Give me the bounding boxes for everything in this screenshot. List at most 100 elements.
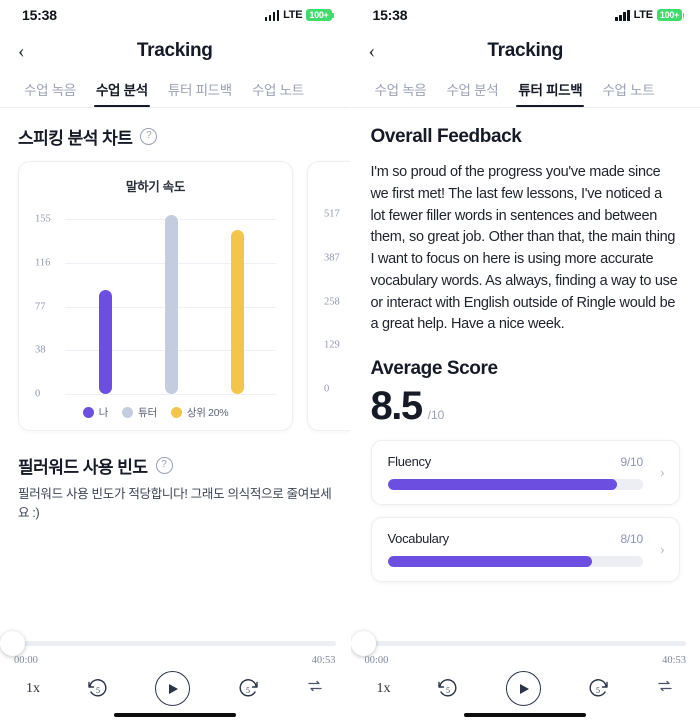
chart-carousel[interactable]: 말하기 속도 155 116 77 38 0 나 튜터 상위 20% 517 3… <box>0 149 350 431</box>
play-button[interactable] <box>155 671 191 706</box>
y-tick-label: 517 <box>324 208 340 220</box>
back-button[interactable]: ‹ <box>369 41 376 61</box>
chart-card-next-partial[interactable]: 517 387 258 129 0 <box>307 161 350 431</box>
score-label: Fluency <box>387 454 432 469</box>
score-value: 8/10 <box>620 531 643 546</box>
filler-word-title: 필러워드 사용 빈도 <box>18 458 148 477</box>
average-score-value: 8.5 <box>370 384 424 428</box>
progress-track[interactable] <box>14 641 336 646</box>
svg-text:5: 5 <box>246 686 250 695</box>
speaking-chart-title: 스피킹 분석 차트 <box>18 129 133 148</box>
audio-player-left: 00:00 40:53 1x 5 5 <box>0 619 350 727</box>
current-time: 00:00 <box>14 655 38 666</box>
player-controls: 1x 5 5 <box>351 671 700 706</box>
back-button[interactable]: ‹ <box>18 41 25 61</box>
tab-lesson-note[interactable]: 수업 노트 <box>242 79 314 107</box>
chevron-right-icon[interactable]: › <box>660 464 665 482</box>
home-indicator <box>113 712 236 717</box>
playback-speed-button[interactable]: 1x <box>26 681 40 697</box>
tab-tutor-feedback[interactable]: 튜터 피드백 <box>508 79 592 107</box>
signal-bars-icon <box>264 9 280 21</box>
nav-bar: ‹ Tracking <box>0 30 350 72</box>
forward-5-icon[interactable]: 5 <box>236 677 260 701</box>
battery-level-label: 100+ <box>306 9 332 21</box>
score-card-fluency[interactable]: Fluency 9/10 › <box>370 440 680 505</box>
time-labels: 00:00 40:53 <box>14 655 336 666</box>
tab-lesson-recording[interactable]: 수업 녹음 <box>14 79 86 107</box>
score-card-vocabulary[interactable]: Vocabulary 8/10 › <box>370 517 680 582</box>
play-button[interactable] <box>505 671 541 706</box>
total-time: 40:53 <box>662 655 686 666</box>
status-indicators: LTE 100+ <box>615 9 684 21</box>
y-tick-label: 0 <box>35 388 41 400</box>
score-card-header: Fluency 9/10 <box>388 454 666 469</box>
play-icon <box>519 683 529 694</box>
legend-label: 상위 20% <box>186 407 229 419</box>
status-clock: 15:38 <box>22 7 57 23</box>
play-icon <box>169 683 179 694</box>
score-progress-track <box>387 556 643 567</box>
bar-tutor <box>164 215 178 394</box>
legend-item-me: 나 <box>82 405 108 420</box>
y-tick-label: 387 <box>324 252 340 264</box>
home-indicator <box>464 712 587 717</box>
progress-knob[interactable] <box>350 631 376 656</box>
svg-text:5: 5 <box>446 686 450 695</box>
speaking-chart-header: 스피킹 분석 차트 ? <box>0 108 350 149</box>
chart-card-speaking-speed: 말하기 속도 155 116 77 38 0 나 튜터 상위 20% <box>18 161 293 431</box>
legend-label: 튜터 <box>138 407 157 419</box>
average-score-value-row: 8.5 /10 <box>351 380 700 428</box>
average-score-title: Average Score <box>370 358 499 379</box>
status-bar: 15:38 LTE 100+ <box>0 0 350 30</box>
rewind-5-icon[interactable]: 5 <box>436 677 460 701</box>
svg-text:5: 5 <box>96 686 100 695</box>
tab-lesson-note[interactable]: 수업 노트 <box>592 79 664 107</box>
status-clock: 15:38 <box>372 7 408 23</box>
time-labels: 00:00 40:53 <box>365 655 687 666</box>
y-tick-label: 129 <box>324 339 340 351</box>
score-progress-track <box>387 479 643 490</box>
chart-legend: 나 튜터 상위 20% <box>31 405 280 420</box>
battery-level-label: 100+ <box>656 9 682 21</box>
legend-dot-icon <box>122 407 134 418</box>
total-time: 40:53 <box>311 655 336 666</box>
question-mark-icon[interactable]: ? <box>140 128 158 145</box>
repeat-icon[interactable] <box>656 677 674 700</box>
battery-cap <box>682 12 684 18</box>
progress-knob[interactable] <box>0 631 25 656</box>
tab-lesson-analysis[interactable]: 수업 분석 <box>436 79 508 107</box>
battery-cap <box>332 12 334 18</box>
status-bar: 15:38 LTE 100+ <box>351 0 700 30</box>
filler-word-header: 필러워드 사용 빈도 ? <box>0 431 350 478</box>
y-tick-label: 38 <box>35 344 46 356</box>
tab-lesson-analysis[interactable]: 수업 분석 <box>86 79 158 107</box>
y-tick-label: 258 <box>324 296 340 307</box>
battery-icon: 100+ <box>306 9 334 21</box>
tab-bar-right: 수업 녹음 수업 분석 튜터 피드백 수업 노트 <box>350 72 700 108</box>
playback-speed-button[interactable]: 1x <box>377 681 391 697</box>
screen-lesson-analysis: 15:38 LTE 100+ ‹ Tracking 수업 녹음 수업 분석 튜터… <box>0 0 350 727</box>
question-mark-icon[interactable]: ? <box>155 457 173 474</box>
y-tick-label: 77 <box>35 301 46 312</box>
screen-tutor-feedback: 15:38 LTE 100+ ‹ Tracking 수업 녹음 수업 분석 튜터… <box>349 0 700 727</box>
dual-screenshot-container: 15:38 LTE 100+ ‹ Tracking 수업 녹음 수업 분석 튜터… <box>0 0 700 727</box>
tab-lesson-recording[interactable]: 수업 녹음 <box>365 79 437 107</box>
score-value: 9/10 <box>620 454 643 469</box>
tab-tutor-feedback[interactable]: 튜터 피드백 <box>158 79 242 107</box>
network-label: LTE <box>283 9 303 21</box>
filler-word-description: 필러워드 사용 빈도가 적당합니다! 그래도 의식적으로 줄여보세요 :) <box>18 487 332 521</box>
audio-player-right: 00:00 40:53 1x 5 5 <box>350 619 700 727</box>
legend-item-top20: 상위 20% <box>170 405 229 420</box>
bar-top20 <box>230 230 244 394</box>
rewind-5-icon[interactable]: 5 <box>86 677 110 701</box>
overall-feedback-body: I'm so proud of the progress you've made… <box>370 164 678 333</box>
chart-title: 말하기 속도 <box>125 180 186 194</box>
average-score-denominator: /10 <box>427 408 445 422</box>
nav-bar: ‹ Tracking <box>351 30 700 72</box>
bar-me <box>99 290 113 394</box>
forward-5-icon[interactable]: 5 <box>586 677 610 701</box>
chevron-right-icon[interactable]: › <box>660 541 665 559</box>
repeat-icon[interactable] <box>306 677 324 700</box>
signal-bars-icon <box>615 9 630 21</box>
progress-track[interactable] <box>364 641 686 646</box>
